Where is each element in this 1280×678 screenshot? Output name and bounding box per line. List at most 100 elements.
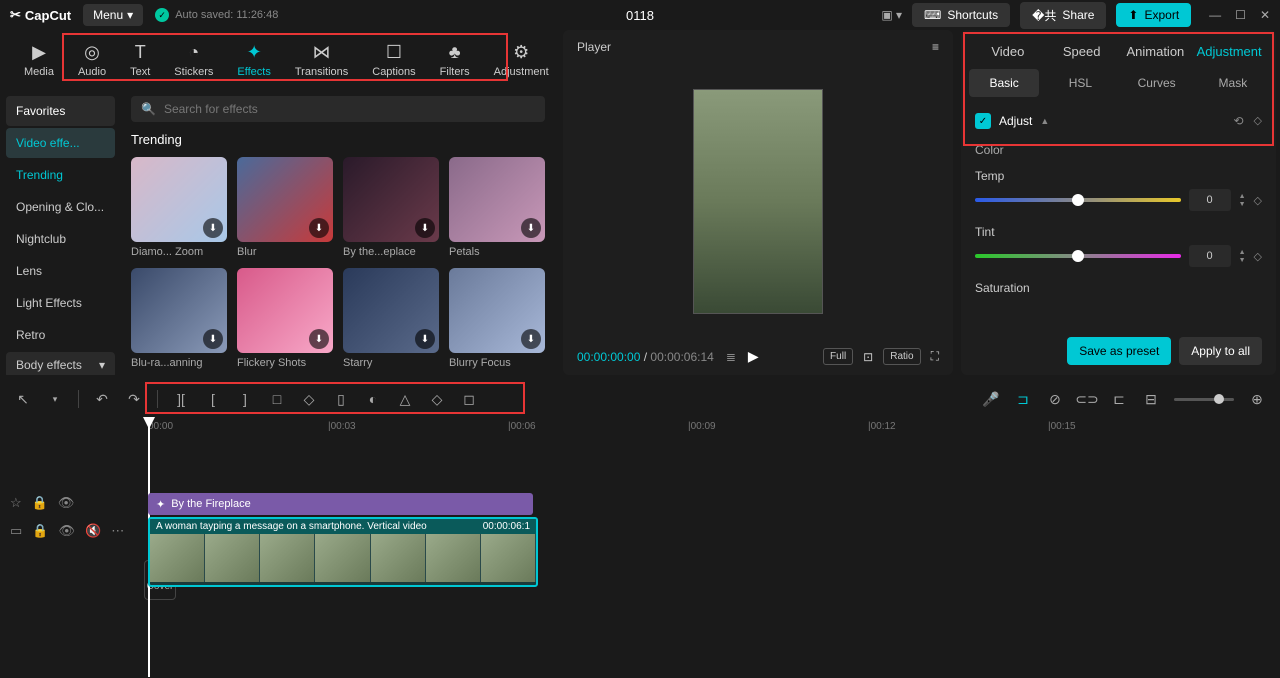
download-icon[interactable]: ⬇ [203, 218, 223, 238]
crop-icon[interactable]: ◻ [460, 390, 478, 408]
film-icon[interactable]: ▭ [10, 523, 22, 539]
maximize-icon[interactable]: ☐ [1235, 8, 1246, 22]
sidebar-video-effects[interactable]: Video effe... [6, 128, 115, 158]
tab-media[interactable]: ▶Media [12, 38, 66, 82]
adjust-checkbox[interactable]: ✓ [975, 113, 991, 129]
keyframe-icon[interactable]: ◇ [1254, 194, 1262, 207]
mirror-icon[interactable]: △ [396, 390, 414, 408]
star-icon[interactable]: ☆ [10, 495, 22, 511]
tab-transitions[interactable]: ⋈Transitions [283, 38, 360, 82]
zoom-out-icon[interactable]: ⊟ [1142, 390, 1160, 408]
mic-icon[interactable]: 🎤 [982, 390, 1000, 408]
eye-icon[interactable]: 👁 [58, 495, 75, 511]
effect-card[interactable]: ⬇Petals [449, 157, 545, 258]
temp-slider[interactable] [975, 198, 1181, 202]
timeline-ruler[interactable]: 00:00 |00:03 |00:06 |00:09 |00:12 |00:15 [140, 417, 1280, 441]
menu-button[interactable]: Menu ▾ [83, 4, 143, 26]
mute-icon[interactable]: 🔇 [85, 523, 101, 539]
keyframe-icon[interactable]: ◇ [1254, 250, 1262, 263]
shortcuts-button[interactable]: ⌨ Shortcuts [912, 3, 1010, 27]
volume-icon[interactable]: ≣ [726, 350, 736, 364]
subtab-curves[interactable]: Curves [1122, 69, 1192, 97]
pointer-icon[interactable]: ↖ [14, 390, 32, 408]
chain-icon[interactable]: ⊂⊃ [1078, 390, 1096, 408]
effect-card[interactable]: ⬇Blur [237, 157, 333, 258]
temp-value[interactable]: 0 [1189, 189, 1231, 211]
redo-icon[interactable]: ↷ [125, 390, 143, 408]
close-icon[interactable]: ✕ [1260, 8, 1270, 22]
sidebar-favorites[interactable]: Favorites [6, 96, 115, 126]
subtab-basic[interactable]: Basic [969, 69, 1039, 97]
eye-icon[interactable]: 👁 [58, 523, 75, 539]
minimize-icon[interactable]: — [1209, 8, 1221, 22]
chevron-up-icon[interactable]: ▲ [1040, 116, 1049, 126]
layout-icon[interactable]: ▣ ▾ [881, 8, 902, 22]
tab-video[interactable]: Video [971, 44, 1045, 59]
ratio-button[interactable]: Ratio [883, 348, 920, 365]
rotate-icon[interactable]: ◇ [428, 390, 446, 408]
tab-adjustment[interactable]: ⚙Adjustment [482, 38, 561, 82]
tab-speed[interactable]: Speed [1045, 44, 1119, 59]
tab-filters[interactable]: ♣Filters [428, 38, 482, 82]
shield-icon[interactable]: ◇ [300, 390, 318, 408]
zoom-in-icon[interactable]: ⊕ [1248, 390, 1266, 408]
sidebar-light[interactable]: Light Effects [6, 288, 115, 318]
expand-icon[interactable]: ⛶ [931, 349, 939, 364]
search-input[interactable]: 🔍 Search for effects [131, 96, 545, 122]
reset-icon[interactable]: ⟲ [1233, 114, 1243, 128]
tab-effects[interactable]: ✦Effects [225, 38, 282, 82]
sidebar-lens[interactable]: Lens [6, 256, 115, 286]
download-icon[interactable]: ⬇ [415, 218, 435, 238]
keyframe-icon[interactable]: ◇ [1254, 114, 1262, 128]
download-icon[interactable]: ⬇ [521, 218, 541, 238]
tint-value[interactable]: 0 [1189, 245, 1231, 267]
apply-all-button[interactable]: Apply to all [1179, 337, 1262, 365]
split-icon[interactable]: ]​[ [172, 390, 190, 408]
fit-icon[interactable]: ⊡ [863, 350, 873, 364]
tab-text[interactable]: TText [118, 38, 162, 82]
download-icon[interactable]: ⬇ [309, 329, 329, 349]
menu-icon[interactable]: ≡ [932, 40, 939, 54]
undo-icon[interactable]: ↶ [93, 390, 111, 408]
sidebar-nightclub[interactable]: Nightclub [6, 224, 115, 254]
tab-captions[interactable]: ☐Captions [360, 38, 427, 82]
tint-slider[interactable] [975, 254, 1181, 258]
frame-icon[interactable]: ▯ [332, 390, 350, 408]
tab-stickers[interactable]: ◔Stickers [162, 38, 225, 82]
player-preview[interactable] [693, 89, 823, 314]
stepper-icon[interactable]: ▲▼ [1239, 193, 1246, 208]
export-button[interactable]: ⬆ Export [1116, 3, 1191, 27]
magnet-icon[interactable]: ⊐ [1014, 390, 1032, 408]
download-icon[interactable]: ⬇ [203, 329, 223, 349]
sidebar-trending[interactable]: Trending [6, 160, 115, 190]
effect-clip[interactable]: ✦ By the Fireplace [148, 493, 533, 515]
sidebar-body-effects[interactable]: Body effects▾ [6, 352, 115, 375]
more-icon[interactable]: ⋯ [111, 523, 124, 539]
tab-audio[interactable]: ◎Audio [66, 38, 118, 82]
download-icon[interactable]: ⬇ [415, 329, 435, 349]
speed-icon[interactable]: ◐ [364, 390, 382, 408]
video-clip[interactable]: A woman tayping a message on a smartphon… [148, 517, 538, 587]
tab-animation[interactable]: Animation [1119, 44, 1193, 59]
subtab-mask[interactable]: Mask [1198, 69, 1268, 97]
save-preset-button[interactable]: Save as preset [1067, 337, 1171, 365]
effect-card[interactable]: ⬇Flickery Shots [237, 268, 333, 369]
effect-card[interactable]: ⬇Blu-ra...anning [131, 268, 227, 369]
lock-icon[interactable]: 🔒 [32, 495, 48, 511]
effect-card[interactable]: ⬇Diamo... Zoom [131, 157, 227, 258]
tab-adjustment-right[interactable]: Adjustment [1192, 44, 1266, 59]
effect-card[interactable]: ⬇Blurry Focus [449, 268, 545, 369]
sidebar-retro[interactable]: Retro [6, 320, 115, 350]
align-icon[interactable]: ⊏ [1110, 390, 1128, 408]
effect-card[interactable]: ⬇Starry [343, 268, 439, 369]
stepper-icon[interactable]: ▲▼ [1239, 249, 1246, 264]
full-button[interactable]: Full [823, 348, 853, 365]
lock-icon[interactable]: 🔒 [32, 523, 48, 539]
download-icon[interactable]: ⬇ [309, 218, 329, 238]
sidebar-opening[interactable]: Opening & Clo... [6, 192, 115, 222]
download-icon[interactable]: ⬇ [521, 329, 541, 349]
subtab-hsl[interactable]: HSL [1045, 69, 1115, 97]
chevron-down-icon[interactable]: ▾ [46, 390, 64, 408]
trim-left-icon[interactable]: [ [204, 390, 222, 408]
trim-right-icon[interactable]: ] [236, 390, 254, 408]
